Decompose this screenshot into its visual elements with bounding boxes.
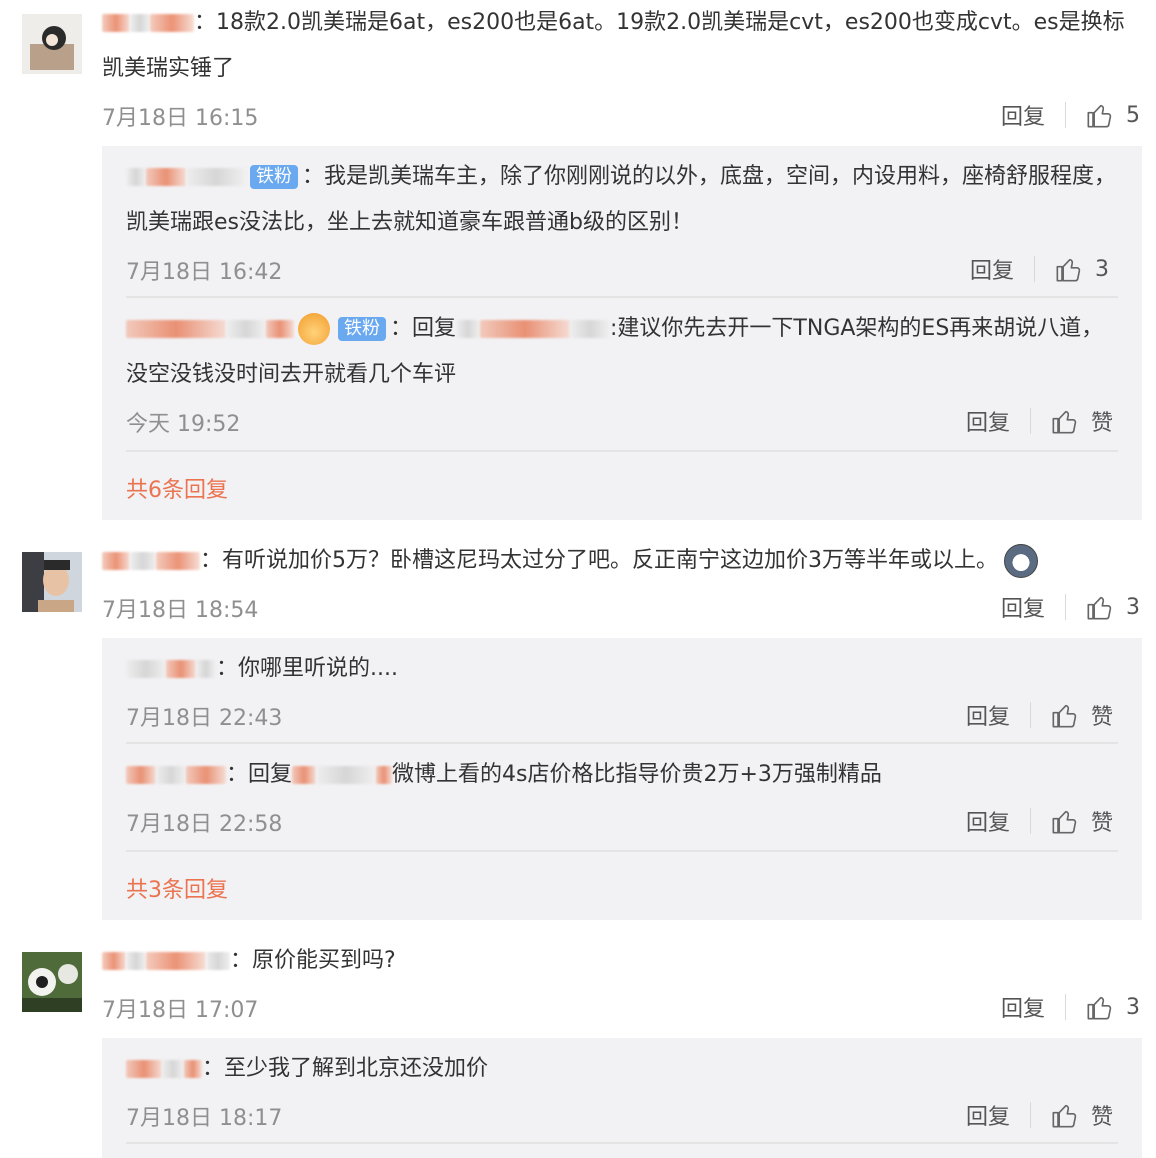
reply-username[interactable] (126, 1056, 202, 1081)
husky-emoji-icon (1004, 544, 1038, 578)
more-replies-link[interactable]: 共3条回复 (126, 872, 228, 904)
reply-body: ：你哪里听说的.... (126, 646, 1116, 692)
reply-button[interactable]: 回复 (966, 1099, 1010, 1131)
reply-prefix: ：回复 (226, 762, 293, 787)
reply-text: 微博上看的4s店价格比指导价贵2万+3万强制精品 (392, 762, 882, 787)
divider (1065, 102, 1067, 128)
like-count: 3 (1095, 256, 1110, 282)
reply-text: ：至少我了解到北京还没加价 (202, 1056, 489, 1081)
avatar[interactable] (22, 14, 82, 74)
thumbs-up-icon[interactable] (1051, 1101, 1079, 1129)
reply-time: 7月18日 18:17 (126, 1106, 283, 1131)
reply-time: 今天 19:52 (126, 412, 241, 437)
comment-actions: 回复 3 (1001, 591, 1140, 623)
comment-body: ：有听说加价5万？卧槽这尼玛太过分了吧。反正南宁这边加价3万等半年或以上。 (102, 538, 1142, 584)
reply-actions: 回复 3 (970, 253, 1109, 285)
thumbs-up-icon[interactable] (1086, 593, 1114, 621)
comment-body: ：18款2.0凯美瑞是6at，es200也是6at。19款2.0凯美瑞是cvt，… (102, 0, 1142, 92)
reply-mention-link[interactable] (456, 316, 611, 341)
like-label: 赞 (1091, 1105, 1114, 1130)
reply-username[interactable] (126, 164, 246, 189)
reply-actions: 回复 赞 (966, 805, 1113, 837)
reply-text: ：你哪里听说的.... (216, 656, 398, 681)
reply-time: 7月18日 22:43 (126, 706, 283, 731)
reply-button[interactable]: 回复 (1001, 991, 1045, 1023)
avatar[interactable] (22, 552, 82, 612)
reply-username[interactable] (126, 316, 294, 341)
thumbs-up-icon[interactable] (1086, 101, 1114, 129)
comment-text: ：有听说加价5万？卧槽这尼玛太过分了吧。反正南宁这边加价3万等半年或以上。 (200, 548, 998, 573)
reply-body: ：至少我了解到北京还没加价 (126, 1046, 1116, 1092)
avatar-image (22, 952, 82, 1012)
divider (1065, 994, 1067, 1020)
reply-time: 7月18日 16:42 (126, 260, 283, 285)
comment-actions: 回复 5 (1001, 99, 1140, 131)
divider (1065, 594, 1067, 620)
comment-time: 7月18日 18:54 (102, 598, 259, 623)
divider (1030, 808, 1032, 834)
reply-panel: ：至少我了解到北京还没加价 7月18日 18:17 回复 赞 (102, 1038, 1142, 1158)
comment-username[interactable] (102, 548, 200, 573)
thumbs-up-icon[interactable] (1051, 701, 1079, 729)
thumbs-up-icon[interactable] (1051, 807, 1079, 835)
reply-prefix: ：回复 (390, 316, 457, 341)
reply-button[interactable]: 回复 (966, 405, 1010, 437)
reply-divider (126, 450, 1118, 452)
like-label: 赞 (1091, 411, 1114, 436)
reply-actions: 回复 赞 (966, 405, 1113, 437)
reply-button[interactable]: 回复 (966, 699, 1010, 731)
reply-mention-link[interactable] (292, 762, 393, 787)
fan-badge: 铁粉 (250, 165, 298, 189)
like-count: 3 (1126, 994, 1141, 1020)
comment-actions: 回复 3 (1001, 991, 1140, 1023)
like-count: 5 (1126, 102, 1141, 128)
comment-text: ：18款2.0凯美瑞是6at，es200也是6at。19款2.0凯美瑞是cvt，… (102, 10, 1125, 81)
reply-button[interactable]: 回复 (1001, 591, 1045, 623)
reply-body: 铁粉 ：回复:建议你先去开一下TNGA架构的ES再来胡说八道，没空没钱没时间去开就… (126, 306, 1116, 398)
comment-time: 7月18日 17:07 (102, 998, 259, 1023)
comment-text: ：原价能买到吗? (230, 948, 396, 973)
divider (1030, 408, 1032, 434)
reply-username[interactable] (126, 762, 226, 787)
divider (1034, 256, 1036, 282)
avatar-image (22, 552, 82, 612)
reply-button[interactable]: 回复 (1001, 99, 1045, 131)
reply-panel: 铁粉 ：我是凯美瑞车主，除了你刚刚说的以外，底盘，空间，内设用料，座椅舒服程度，凯… (102, 146, 1142, 520)
comment-username[interactable] (102, 948, 230, 973)
like-count: 3 (1126, 594, 1141, 620)
like-label: 赞 (1091, 811, 1114, 836)
avatar-image (22, 14, 82, 74)
comment-time: 7月18日 16:15 (102, 106, 259, 131)
reply-divider (126, 850, 1118, 852)
reply-divider (126, 742, 1118, 744)
divider (1030, 702, 1032, 728)
reply-button[interactable]: 回复 (970, 253, 1014, 285)
thumbs-up-icon[interactable] (1086, 993, 1114, 1021)
divider (1030, 1102, 1032, 1128)
reply-actions: 回复 赞 (966, 699, 1113, 731)
reply-divider (126, 1142, 1118, 1144)
like-label: 赞 (1091, 705, 1114, 730)
fan-badge: 铁粉 (338, 317, 386, 341)
comment-body: ：原价能买到吗? (102, 938, 1142, 984)
reply-body: ：回复 微博上看的4s店价格比指导价贵2万+3万强制精品 (126, 752, 1116, 798)
avatar[interactable] (22, 952, 82, 1012)
reply-username[interactable] (126, 656, 216, 681)
thumbs-up-icon[interactable] (1051, 407, 1079, 435)
reply-divider (126, 296, 1118, 298)
reply-time: 7月18日 22:58 (126, 812, 283, 837)
thumbs-up-icon[interactable] (1055, 255, 1083, 283)
reply-panel: ：你哪里听说的.... 7月18日 22:43 回复 赞 ：回复 微博上看的4s店… (102, 638, 1142, 920)
reply-actions: 回复 赞 (966, 1099, 1113, 1131)
reply-button[interactable]: 回复 (966, 805, 1010, 837)
crown-emoji-icon (298, 313, 330, 345)
reply-body: 铁粉 ：我是凯美瑞车主，除了你刚刚说的以外，底盘，空间，内设用料，座椅舒服程度，凯… (126, 154, 1116, 246)
more-replies-link[interactable]: 共6条回复 (126, 472, 228, 504)
comment-username[interactable] (102, 10, 194, 35)
